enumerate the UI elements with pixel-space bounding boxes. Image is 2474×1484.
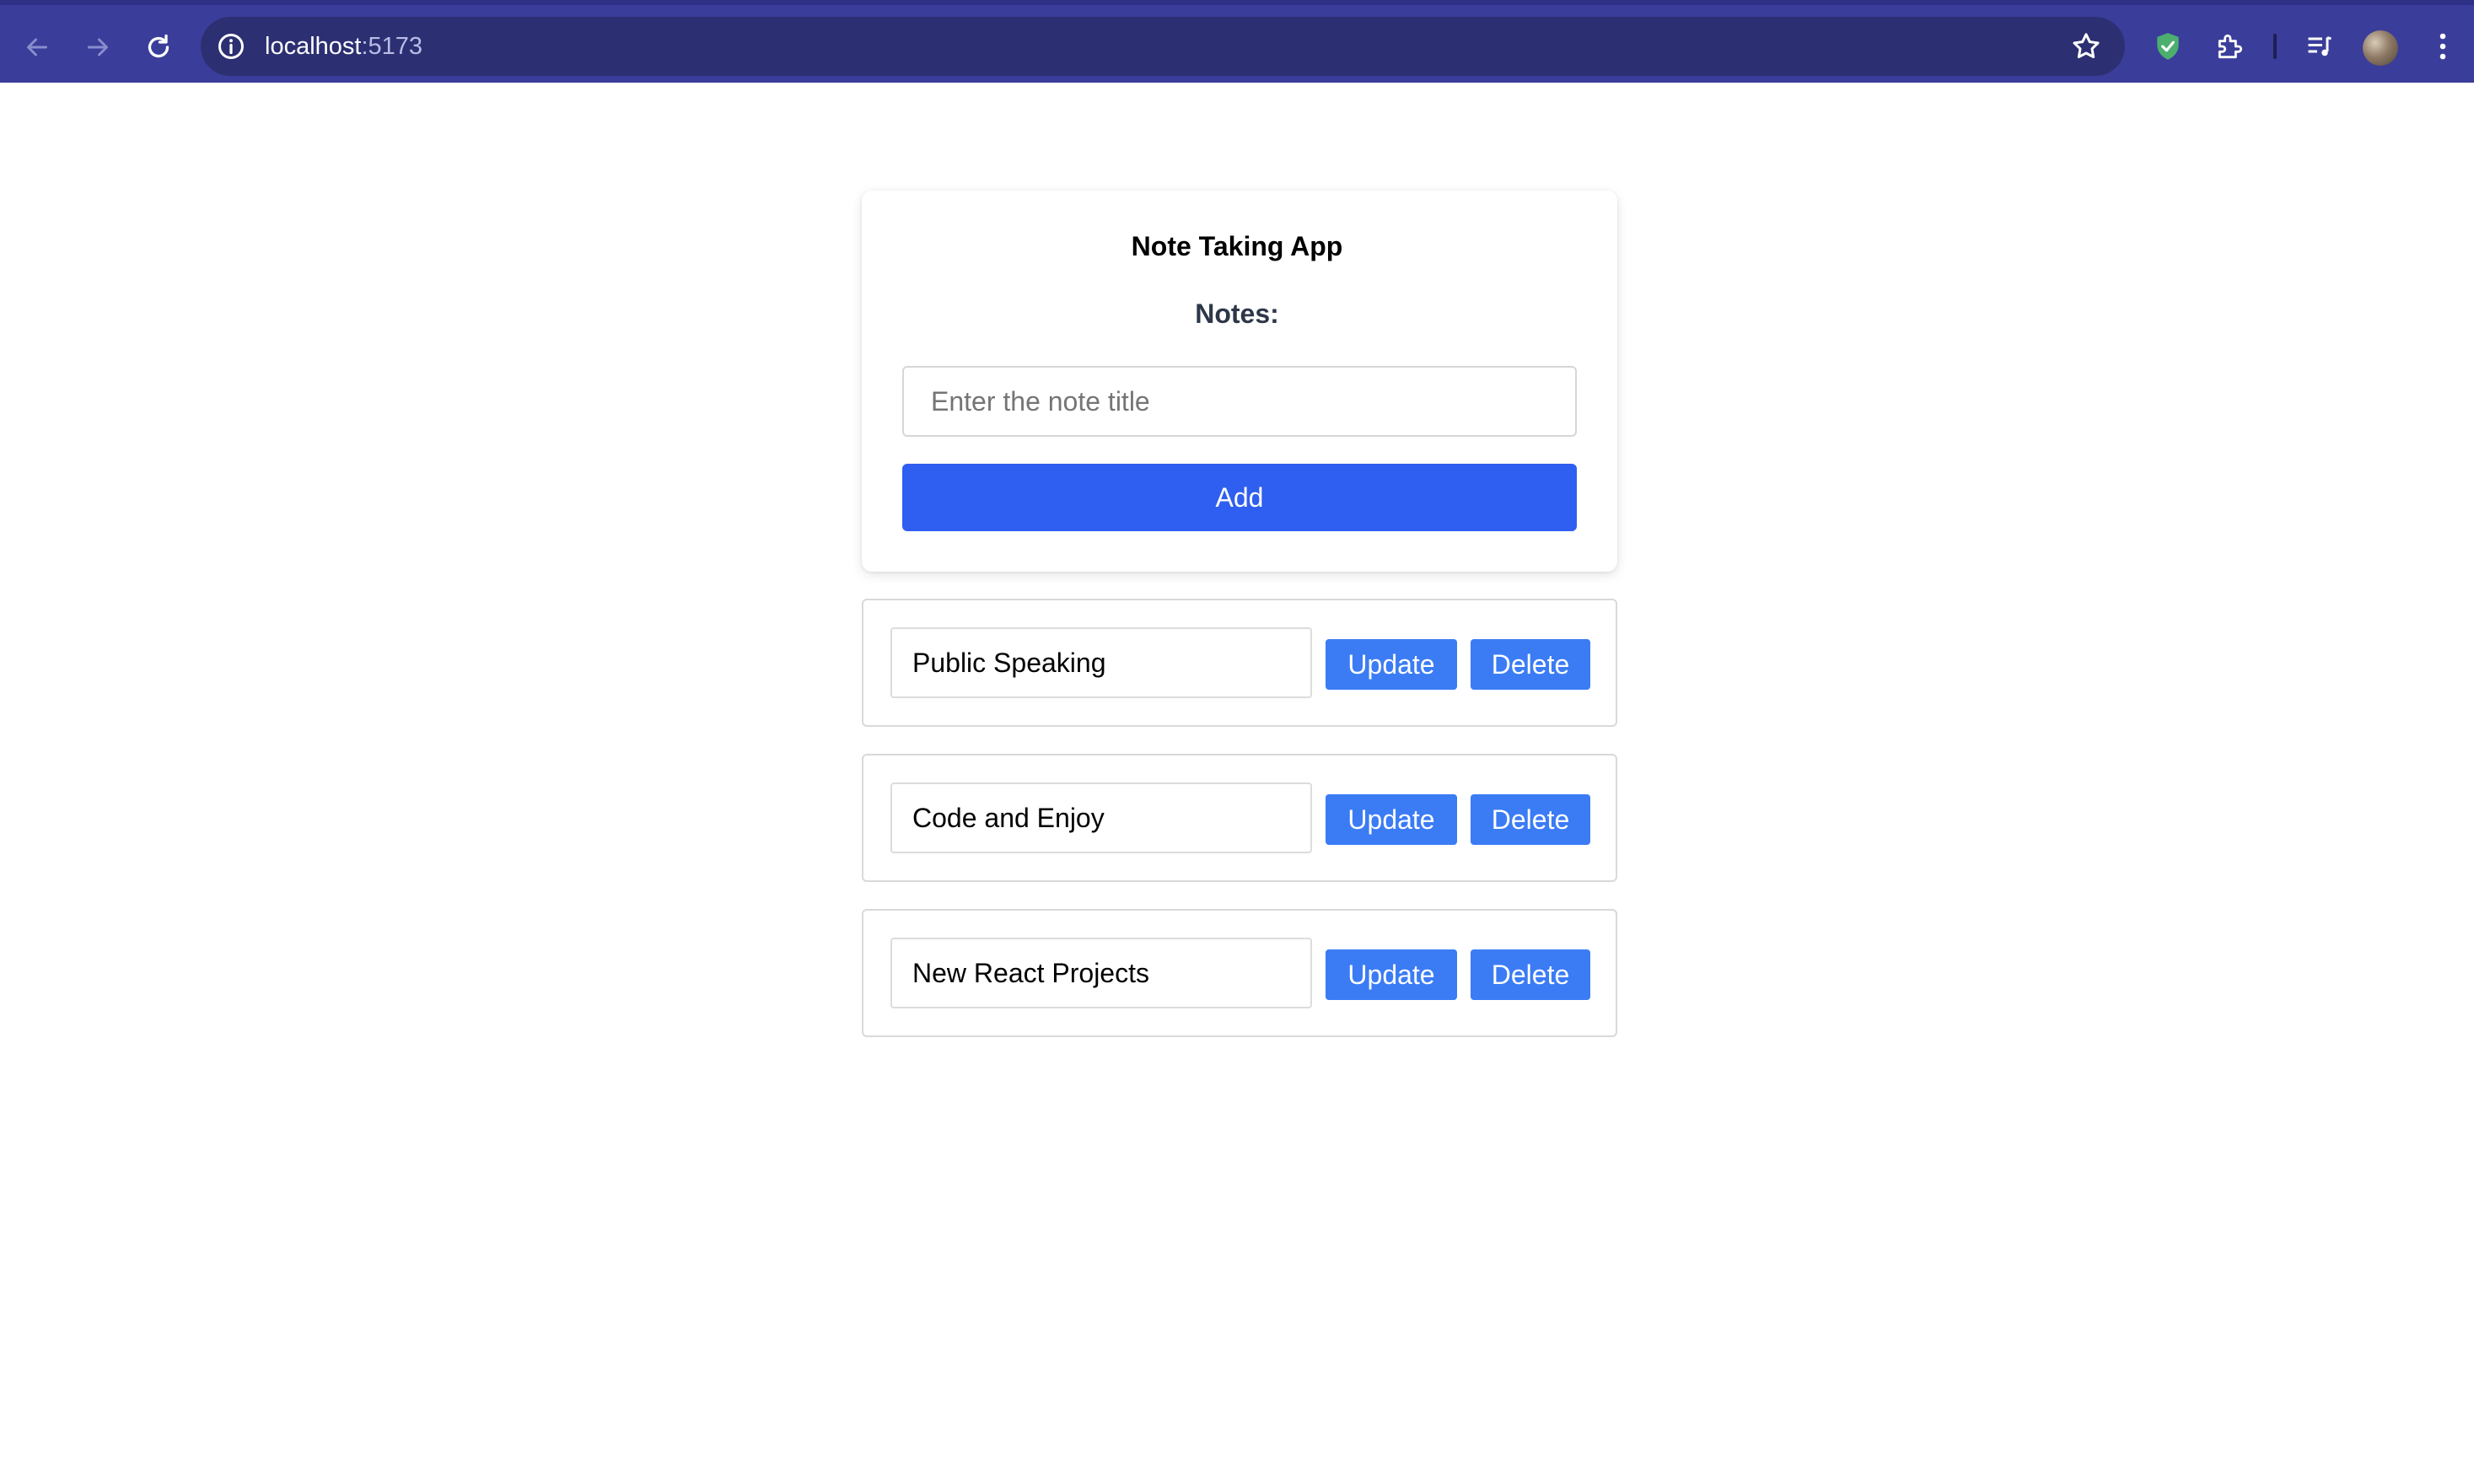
toolbar-divider — [2273, 34, 2277, 59]
browser-toolbar: localhost:5173 — [0, 0, 2474, 83]
forward-arrow-icon — [88, 38, 108, 56]
reload-button[interactable] — [133, 22, 184, 73]
puzzle-icon — [2218, 34, 2243, 59]
note-item: Update Delete — [862, 599, 1617, 727]
url-port: :5173 — [361, 33, 423, 60]
note-title-field[interactable] — [890, 938, 1312, 1008]
kebab-menu-icon — [2439, 33, 2446, 60]
media-control-button[interactable] — [2300, 27, 2339, 66]
note-title-input[interactable] — [902, 366, 1577, 437]
address-bar[interactable]: localhost:5173 — [201, 17, 2125, 76]
shield-icon — [2157, 33, 2179, 60]
app-title: Note Taking App — [1131, 231, 1343, 261]
notes-label: Notes: — [1195, 298, 1279, 329]
info-icon[interactable] — [216, 31, 246, 62]
note-item: Update Delete — [862, 909, 1617, 1037]
forward-button[interactable] — [73, 22, 123, 73]
back-button[interactable] — [12, 22, 62, 73]
url-text[interactable]: localhost:5173 — [265, 30, 422, 63]
update-button[interactable]: Update — [1326, 949, 1457, 1000]
extensions-button[interactable] — [2211, 27, 2250, 66]
delete-button[interactable]: Delete — [1471, 794, 1590, 845]
browser-menu-button[interactable] — [2423, 27, 2462, 66]
add-button[interactable]: Add — [902, 464, 1577, 531]
back-arrow-icon — [27, 38, 47, 56]
delete-button[interactable]: Delete — [1471, 949, 1590, 1000]
star-icon[interactable] — [2069, 30, 2103, 63]
reload-icon — [148, 34, 169, 58]
update-button[interactable]: Update — [1326, 639, 1457, 690]
profile-avatar[interactable] — [2363, 30, 2398, 66]
url-host: localhost — [265, 33, 362, 60]
shield-extension-button[interactable] — [2149, 27, 2187, 66]
note-title-field[interactable] — [890, 782, 1312, 853]
delete-button[interactable]: Delete — [1471, 639, 1590, 690]
media-playlist-icon — [2308, 36, 2331, 56]
note-title-field[interactable] — [890, 627, 1312, 698]
update-button[interactable]: Update — [1326, 794, 1457, 845]
note-item: Update Delete — [862, 754, 1617, 882]
